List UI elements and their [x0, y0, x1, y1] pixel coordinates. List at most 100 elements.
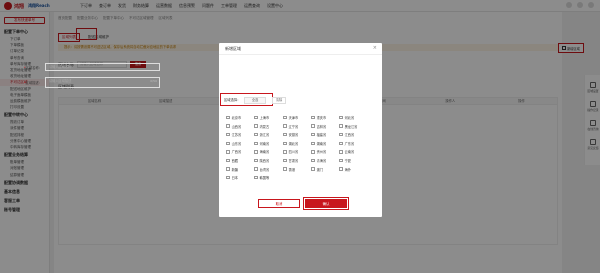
checkbox-box[interactable] [339, 115, 343, 120]
checkbox-box[interactable] [311, 124, 315, 128]
province-checkbox[interactable]: 吉林省 [311, 124, 326, 129]
checkbox-box[interactable] [226, 132, 230, 137]
province-checkbox[interactable]: 重庆市 [311, 115, 326, 120]
province-label: 贵州省 [316, 150, 327, 155]
province-checkbox[interactable]: 广东省 [339, 141, 354, 146]
region-name-row: *区域名称： 请输入区域名称 [20, 63, 160, 71]
checkbox-box[interactable] [311, 150, 315, 154]
checkbox-box[interactable] [226, 115, 230, 120]
checkbox-box[interactable] [254, 167, 258, 171]
checkbox-box[interactable] [311, 167, 315, 171]
province-label: 内蒙古 [259, 124, 270, 129]
province-label: 香港 [288, 167, 295, 172]
province-checkbox[interactable]: 浙江省 [254, 132, 269, 137]
region-name-input[interactable]: 请输入区域名称 [45, 63, 160, 71]
province-checkbox[interactable]: 西藏 [226, 158, 238, 163]
checkbox-box[interactable] [339, 124, 343, 128]
checkbox-box[interactable] [283, 132, 287, 137]
checkbox-box[interactable] [226, 141, 230, 146]
checkbox-box[interactable] [311, 132, 315, 137]
checkbox-box[interactable] [254, 115, 258, 120]
province-checkbox[interactable]: 辽宁省 [283, 124, 298, 129]
province-checkbox[interactable]: 山东省 [226, 141, 241, 146]
province-checkbox[interactable]: 天津市 [283, 115, 298, 120]
province-checkbox[interactable]: 湖南省 [311, 141, 326, 146]
checkbox-box[interactable] [339, 141, 343, 146]
checkbox-box[interactable] [254, 141, 258, 146]
province-checkbox[interactable]: 上海市 [254, 115, 269, 120]
checkbox-box[interactable] [283, 158, 287, 163]
cancel-button[interactable]: 取消 [258, 199, 300, 208]
province-checkbox[interactable]: 黑龙江省 [339, 124, 357, 129]
region-desc-input[interactable]: 请输入区域描述 0/50 [45, 77, 160, 88]
checkbox-box[interactable] [226, 158, 230, 163]
province-checkbox[interactable]: 内蒙古 [254, 124, 269, 129]
province-checkbox[interactable]: 云南省 [339, 149, 354, 154]
province-checkbox[interactable]: 广西省 [226, 149, 241, 154]
checkbox-box[interactable] [283, 115, 287, 120]
province-checkbox[interactable]: 湖北省 [283, 141, 298, 146]
province-label: 澳门 [316, 167, 323, 172]
checkbox-box[interactable] [283, 150, 287, 154]
province-checkbox[interactable]: 安徽省 [283, 132, 298, 137]
region-desc-placeholder: 请输入区域描述 [49, 79, 72, 83]
checkbox-box[interactable] [339, 158, 343, 163]
checkbox-box[interactable] [339, 132, 343, 137]
checkbox-box[interactable] [254, 124, 258, 128]
checkbox-box[interactable] [311, 158, 315, 163]
province-checkbox[interactable]: 陕西省 [254, 158, 269, 163]
region-name-label: *区域名称： [23, 65, 42, 70]
checkbox-box[interactable] [311, 115, 315, 120]
checkbox-box[interactable] [226, 124, 230, 128]
province-checkbox[interactable]: 澳门 [311, 167, 323, 172]
checkbox-box[interactable] [283, 167, 287, 171]
province-checkbox[interactable]: 青海省 [311, 158, 326, 163]
province-checkbox[interactable]: 甘肃省 [283, 158, 298, 163]
checkbox-box[interactable] [283, 141, 287, 146]
province-checkbox[interactable]: 江苏省 [226, 132, 241, 137]
checkbox-box[interactable] [226, 175, 230, 180]
province-label: 吉林省 [316, 124, 327, 129]
province-checkbox[interactable]: 河南省 [254, 141, 269, 146]
dialog-divider [219, 54, 382, 55]
province-label: 北京市 [231, 116, 242, 120]
province-checkbox[interactable]: 韩国等 [254, 175, 269, 180]
province-checkbox[interactable]: 河北省 [339, 115, 354, 120]
checkbox-box[interactable] [226, 150, 230, 154]
checkbox-box[interactable] [226, 167, 230, 171]
confirm-button[interactable]: 确认 [303, 197, 349, 210]
province-checkbox[interactable]: 四川省 [283, 149, 298, 154]
province-checkbox[interactable]: 新疆 [226, 167, 238, 172]
province-checkbox[interactable]: 福建省 [311, 132, 326, 137]
checkbox-box[interactable] [254, 158, 258, 163]
province-label: 福建省 [316, 133, 327, 138]
checkbox-box[interactable] [254, 175, 258, 180]
checkbox-box[interactable] [339, 167, 343, 171]
province-checkbox[interactable]: 北京市 [226, 115, 241, 120]
checkbox-box[interactable] [254, 132, 258, 137]
province-checkbox[interactable]: 海南省 [254, 149, 269, 154]
province-label: 上海市 [259, 116, 270, 120]
checkbox-box[interactable] [311, 141, 315, 146]
province-checkbox[interactable]: 江西省 [339, 132, 354, 137]
province-label: 宁夏 [344, 159, 351, 163]
province-label: 青海省 [316, 159, 327, 163]
clear-button[interactable]: 清除 [272, 97, 286, 104]
province-label: 日本 [231, 176, 238, 181]
province-label: 黑龙江省 [344, 124, 358, 129]
province-checkbox[interactable]: 日本 [226, 175, 238, 180]
checkbox-box[interactable] [254, 150, 258, 154]
province-checkbox[interactable]: 台湾省 [254, 167, 269, 172]
province-checkbox[interactable]: 贵州省 [311, 149, 326, 154]
province-checkbox[interactable]: 海外 [339, 167, 351, 172]
province-checkbox[interactable]: 山西省 [226, 124, 241, 129]
province-label: 河北省 [344, 116, 355, 120]
province-label: 广东省 [344, 141, 355, 146]
province-checkbox[interactable]: 宁夏 [339, 158, 351, 163]
province-label: 云南省 [344, 150, 355, 155]
checkbox-box[interactable] [339, 150, 343, 154]
province-checkbox[interactable]: 香港 [283, 167, 295, 172]
checkbox-box[interactable] [283, 124, 287, 128]
close-icon[interactable]: × [373, 45, 377, 51]
select-all-button[interactable]: 全选 [244, 97, 266, 104]
